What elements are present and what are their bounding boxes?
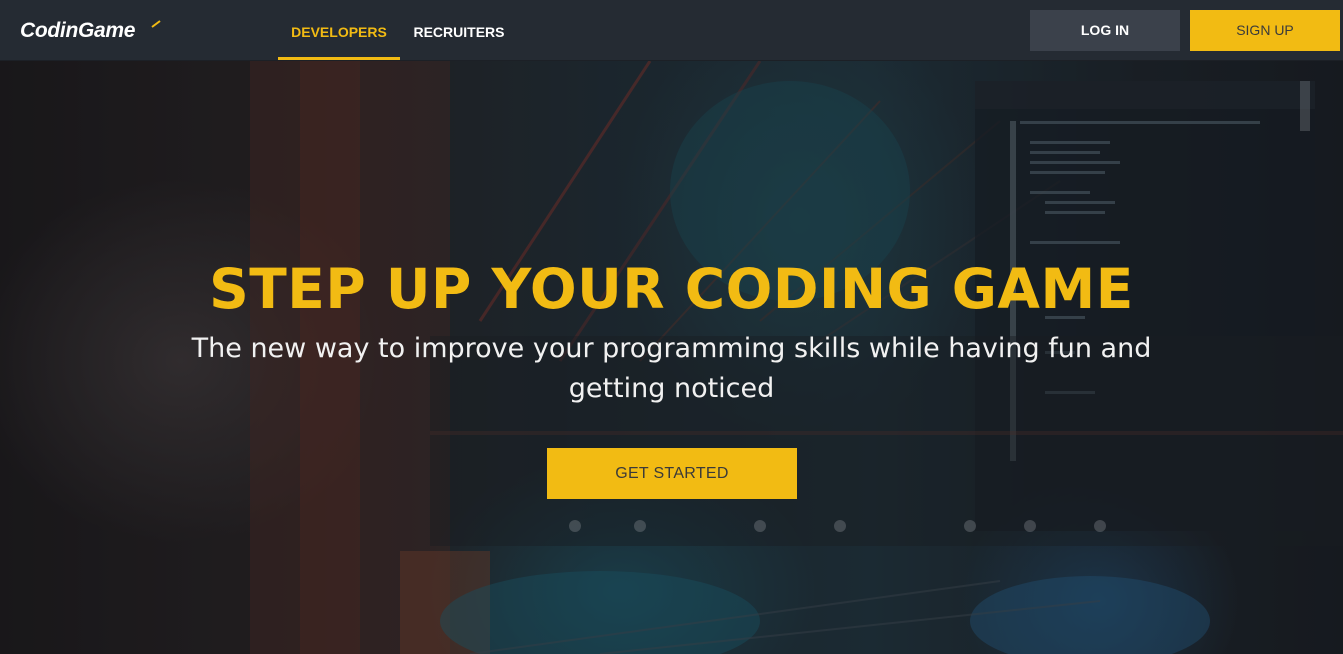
logo-spark-icon [151,20,161,28]
signup-button[interactable]: SIGN UP [1190,10,1340,51]
top-navbar: CodinGame DEVELOPERS RECRUITERS LOG IN S… [0,0,1343,61]
hero-subtitle: The new way to improve your programming … [191,333,1152,404]
tab-developers[interactable]: DEVELOPERS [278,0,400,60]
get-started-button[interactable]: GET STARTED [547,448,797,499]
hero-section: STEP UP YOUR CODING GAME The new way to … [0,61,1343,654]
codingame-logo[interactable]: CodinGame [20,18,161,44]
tab-recruiters[interactable]: RECRUITERS [400,0,518,60]
login-button[interactable]: LOG IN [1030,10,1180,51]
hero-title: STEP UP YOUR CODING GAME [209,257,1134,321]
logo-text-accent: Game [77,19,136,42]
logo-text-primary: Codin [20,19,78,42]
